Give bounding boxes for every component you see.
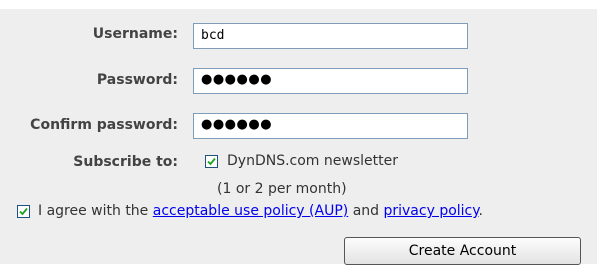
username-label: Username:	[92, 26, 178, 42]
newsletter-checkbox[interactable]	[205, 155, 218, 168]
password-label: Password:	[96, 72, 178, 88]
create-account-button[interactable]: Create Account	[344, 237, 581, 265]
confirm-password-label: Confirm password:	[30, 117, 178, 133]
signup-form-panel: Username: bcd Password: ●●●●●● Confirm p…	[0, 9, 597, 264]
agree-prefix: I agree with the	[38, 203, 149, 219]
aup-link[interactable]: acceptable use policy (AUP)	[153, 203, 348, 219]
confirm-password-field[interactable]: ●●●●●●	[193, 113, 468, 139]
username-field[interactable]: bcd	[193, 23, 468, 49]
check-icon	[207, 157, 216, 166]
newsletter-frequency-note: (1 or 2 per month)	[217, 181, 347, 197]
agree-terms-checkbox[interactable]	[17, 205, 30, 218]
privacy-policy-link[interactable]: privacy policy	[383, 203, 478, 219]
agree-terms-text: I agree with the acceptable use policy (…	[38, 202, 483, 220]
check-icon	[19, 207, 28, 216]
subscribe-label: Subscribe to:	[73, 154, 178, 170]
agree-and: and	[352, 203, 380, 219]
newsletter-label[interactable]: DynDNS.com newsletter	[227, 152, 398, 170]
agree-suffix: .	[478, 203, 483, 219]
password-field[interactable]: ●●●●●●	[193, 68, 468, 94]
